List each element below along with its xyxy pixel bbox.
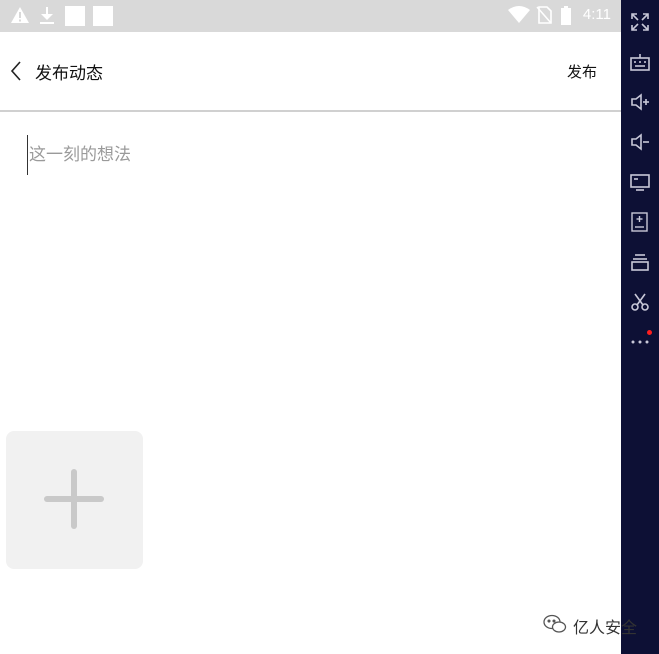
more-icon[interactable] <box>630 332 650 352</box>
notification-square-icon <box>93 6 113 30</box>
publish-button[interactable]: 发布 <box>567 61 597 82</box>
notification-square-icon <box>65 6 85 30</box>
warning-icon <box>10 6 30 28</box>
plus-icon <box>44 469 104 529</box>
stack-icon[interactable] <box>630 252 650 272</box>
wifi-icon <box>508 6 530 28</box>
install-apk-icon[interactable] <box>630 212 650 232</box>
chevron-left-icon[interactable] <box>8 60 24 82</box>
add-photo-button[interactable] <box>6 431 143 569</box>
watermark: 亿人安全 <box>543 614 637 638</box>
volume-up-icon[interactable] <box>630 92 650 112</box>
page-title: 发布动态 <box>35 64 103 84</box>
phone-screen: 4:11 发布动态 发布 <box>0 0 621 654</box>
status-bar: 4:11 <box>0 0 621 32</box>
watermark-text: 亿人安全 <box>573 618 638 637</box>
scissors-icon[interactable] <box>630 292 650 312</box>
emulator-toolbar <box>621 0 659 654</box>
no-sim-icon <box>536 6 552 28</box>
download-icon <box>38 6 56 30</box>
fullscreen-icon[interactable] <box>630 12 650 32</box>
battery-icon <box>560 6 572 30</box>
post-text-input[interactable] <box>27 135 589 175</box>
screen-icon[interactable] <box>630 172 650 192</box>
volume-down-icon[interactable] <box>630 132 650 152</box>
notification-dot <box>647 330 652 335</box>
keyboard-icon[interactable] <box>630 52 650 72</box>
status-time: 4:11 <box>582 6 611 23</box>
wechat-icon <box>543 614 567 638</box>
app-header: 发布动态 发布 <box>0 32 621 112</box>
